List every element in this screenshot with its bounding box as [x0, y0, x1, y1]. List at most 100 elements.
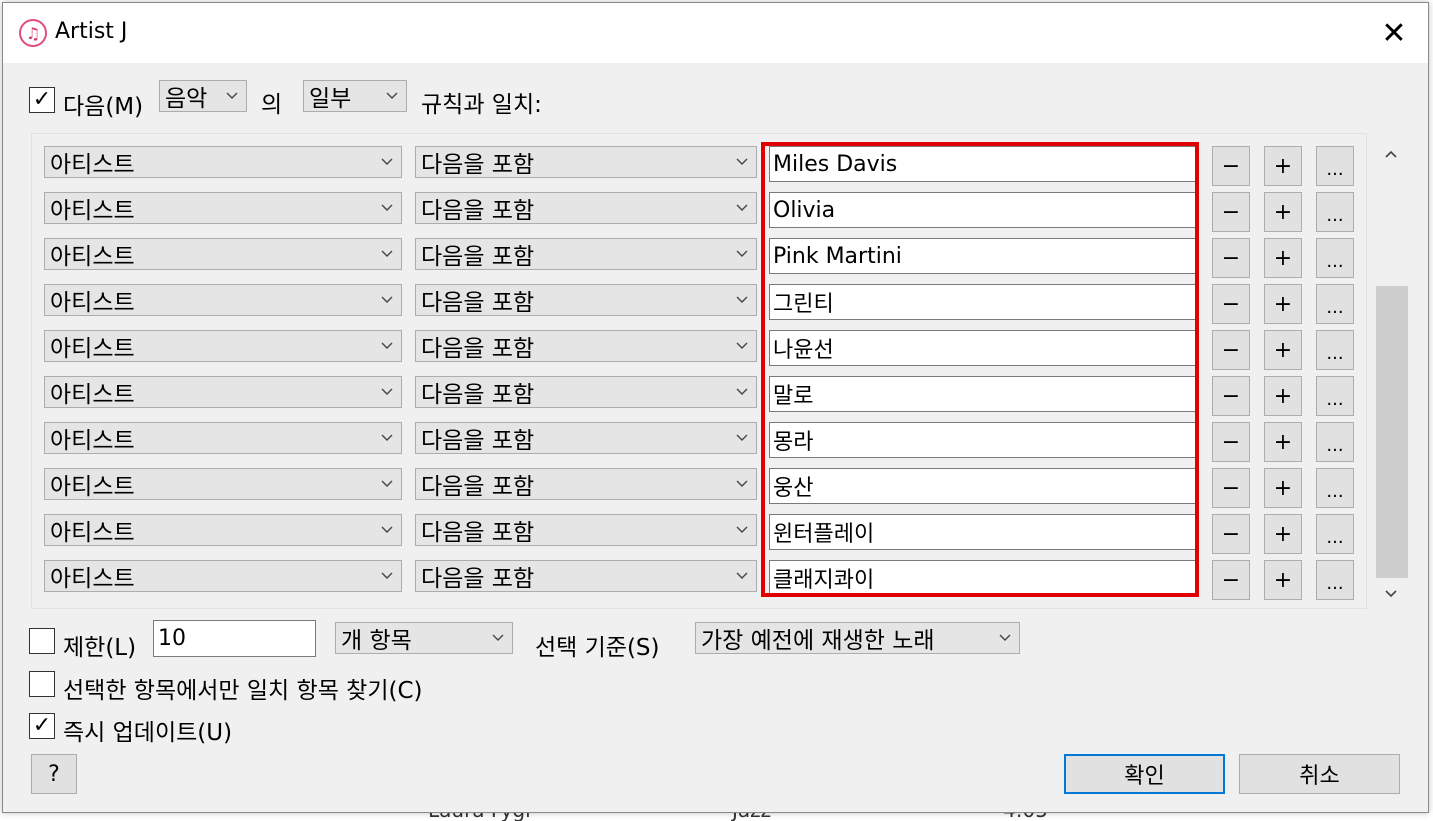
rule-field-value: 아티스트	[50, 474, 135, 500]
match-mode-value: 일부	[309, 86, 352, 112]
rule-operator-select[interactable]: 다음을 포함	[415, 422, 757, 454]
rule-field-select[interactable]: 아티스트	[44, 468, 402, 500]
music-note-icon: ♫	[19, 19, 47, 47]
rule-operator-value: 다음을 포함	[421, 290, 535, 316]
rule-operator-value: 다음을 포함	[421, 198, 535, 224]
rule-field-select[interactable]: 아티스트	[44, 376, 402, 408]
rules-scrollbar[interactable]	[1373, 139, 1409, 609]
chevron-down-icon	[381, 250, 393, 257]
chevron-down-icon	[736, 526, 748, 533]
chevron-down-icon	[381, 480, 393, 487]
match-only-checked-label: 선택한 항목에서만 일치 항목 찾기(C)	[63, 678, 423, 704]
rule-field-select[interactable]: 아티스트	[44, 514, 402, 546]
chevron-down-icon	[736, 158, 748, 165]
rule-operator-value: 다음을 포함	[421, 428, 535, 454]
chevron-down-icon	[736, 250, 748, 257]
chevron-down-icon	[381, 434, 393, 441]
chevron-down-icon	[736, 388, 748, 395]
rule-operator-select[interactable]: 다음을 포함	[415, 238, 757, 270]
rule-operator-select[interactable]: 다음을 포함	[415, 284, 757, 316]
rule-operator-select[interactable]: 다음을 포함	[415, 514, 757, 546]
highlight-box	[761, 142, 1199, 597]
match-mode-select[interactable]: 일부	[303, 80, 407, 112]
rule-field-select[interactable]: 아티스트	[44, 330, 402, 362]
rule-field-value: 아티스트	[50, 336, 135, 362]
chevron-down-icon	[226, 92, 238, 99]
match-only-checked-checkbox[interactable]	[29, 671, 55, 697]
close-icon: ✕	[1381, 15, 1407, 51]
close-button[interactable]: ✕	[1360, 3, 1428, 63]
rule-operator-value: 다음을 포함	[421, 336, 535, 362]
rule-field-select[interactable]: 아티스트	[44, 422, 402, 454]
chevron-up-icon	[1385, 150, 1397, 158]
rule-field-value: 아티스트	[50, 198, 135, 224]
remove-rule-button[interactable]: −	[1212, 560, 1250, 600]
chevron-down-icon	[381, 342, 393, 349]
rule-field-select[interactable]: 아티스트	[44, 146, 402, 178]
chevron-down-icon	[736, 204, 748, 211]
limit-unit-select[interactable]: 개 항목	[335, 622, 513, 654]
title-bar: ♫ Artist J ✕	[3, 3, 1428, 63]
rule-operator-select[interactable]: 다음을 포함	[415, 376, 757, 408]
rule-field-select[interactable]: 아티스트	[44, 192, 402, 224]
chevron-down-icon	[1385, 590, 1397, 598]
live-update-label: 즉시 업데이트(U)	[63, 720, 233, 746]
cancel-button[interactable]: 취소	[1239, 754, 1400, 794]
rule-operator-value: 다음을 포함	[421, 244, 535, 270]
chevron-down-icon	[736, 480, 748, 487]
rule-operator-value: 다음을 포함	[421, 152, 535, 178]
ok-button[interactable]: 확인	[1064, 754, 1225, 794]
rule-operator-select[interactable]: 다음을 포함	[415, 560, 757, 592]
selected-by-label: 선택 기준(S)	[535, 635, 660, 661]
chevron-down-icon	[386, 92, 398, 99]
limit-unit-value: 개 항목	[341, 628, 412, 654]
match-checkbox[interactable]: ✓	[29, 87, 55, 113]
window-title: Artist J	[55, 19, 128, 44]
help-button[interactable]: ?	[31, 754, 77, 794]
chevron-down-icon	[381, 526, 393, 533]
chevron-down-icon	[736, 296, 748, 303]
rule-operator-value: 다음을 포함	[421, 566, 535, 592]
chevron-down-icon	[492, 634, 504, 641]
rule-field-select[interactable]: 아티스트	[44, 284, 402, 316]
selected-by-select[interactable]: 가장 예전에 재생한 노래	[695, 622, 1020, 654]
rule-operator-select[interactable]: 다음을 포함	[415, 192, 757, 224]
chevron-down-icon	[381, 296, 393, 303]
media-kind-value: 음악	[165, 86, 208, 112]
rule-operator-select[interactable]: 다음을 포함	[415, 330, 757, 362]
chevron-down-icon	[381, 204, 393, 211]
chevron-down-icon	[999, 634, 1011, 641]
smart-playlist-dialog: ♫ Artist J ✕ ✓ 다음(M) 음악 의 일부 규칙과 일치: 아티스…	[2, 2, 1429, 813]
rule-field-value: 아티스트	[50, 520, 135, 546]
rule-field-select[interactable]: 아티스트	[44, 238, 402, 270]
rule-field-value: 아티스트	[50, 382, 135, 408]
rule-operator-select[interactable]: 다음을 포함	[415, 146, 757, 178]
selected-by-value: 가장 예전에 재생한 노래	[701, 628, 935, 654]
chevron-down-icon	[381, 388, 393, 395]
limit-checkbox[interactable]	[29, 628, 55, 654]
rule-field-value: 아티스트	[50, 428, 135, 454]
rule-operator-value: 다음을 포함	[421, 474, 535, 500]
scroll-down-button[interactable]	[1373, 579, 1409, 609]
rule-operator-value: 다음을 포함	[421, 382, 535, 408]
scroll-thumb[interactable]	[1376, 286, 1408, 578]
media-kind-select[interactable]: 음악	[159, 80, 247, 112]
match-label: 다음(M)	[63, 94, 144, 120]
of-label: 의	[261, 92, 283, 118]
rule-field-value: 아티스트	[50, 152, 135, 178]
add-rule-button[interactable]: +	[1264, 560, 1302, 600]
rule-field-value: 아티스트	[50, 244, 135, 270]
rule-operator-value: 다음을 포함	[421, 520, 535, 546]
rule-field-value: 아티스트	[50, 290, 135, 316]
limit-count-input[interactable]: 10	[153, 620, 316, 657]
chevron-down-icon	[381, 158, 393, 165]
rule-operator-select[interactable]: 다음을 포함	[415, 468, 757, 500]
live-update-checkbox[interactable]: ✓	[29, 713, 55, 739]
rule-field-select[interactable]: 아티스트	[44, 560, 402, 592]
chevron-down-icon	[736, 434, 748, 441]
rules-suffix-label: 규칙과 일치:	[421, 92, 542, 118]
nested-rule-button[interactable]: ...	[1316, 560, 1354, 600]
limit-label: 제한(L)	[63, 635, 137, 661]
scroll-up-button[interactable]	[1373, 139, 1409, 169]
rule-field-value: 아티스트	[50, 566, 135, 592]
